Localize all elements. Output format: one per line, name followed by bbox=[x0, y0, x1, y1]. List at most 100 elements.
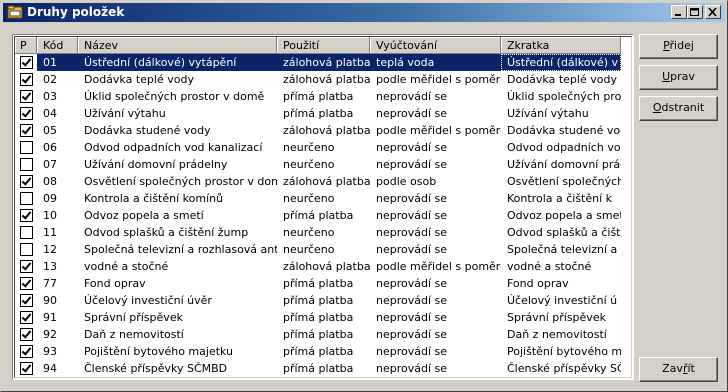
row-checkbox[interactable] bbox=[20, 362, 33, 375]
cell-kod: 11 bbox=[43, 226, 57, 239]
row-checkbox[interactable] bbox=[20, 311, 33, 324]
window-title: Druhy položek bbox=[27, 5, 125, 19]
row-checkbox-cell[interactable] bbox=[15, 275, 37, 292]
column-header-zkratka[interactable]: Zkratka bbox=[501, 37, 621, 54]
cell-vyuctovani: podle měřidel s poměrem bbox=[376, 73, 501, 86]
row-checkbox[interactable] bbox=[20, 345, 33, 358]
row-checkbox[interactable] bbox=[20, 124, 33, 137]
row-checkbox-cell[interactable] bbox=[15, 88, 37, 105]
row-checkbox[interactable] bbox=[20, 107, 33, 120]
table-row[interactable]: 91 Správní příspěvek přímá platba neprovádí… bbox=[15, 309, 621, 326]
cell-vyuctovani: neprovádí se bbox=[376, 328, 448, 341]
row-checkbox[interactable] bbox=[20, 192, 33, 205]
table-row[interactable]: 77 Fond oprav přímá platba neprovádí se Fond… bbox=[15, 275, 621, 292]
row-checkbox[interactable] bbox=[20, 90, 33, 103]
row-checkbox-cell[interactable] bbox=[15, 343, 37, 360]
cell-vyuctovani: neprovádí se bbox=[376, 90, 448, 103]
table-row[interactable]: 93 Pojištění bytového majetku přímá platba… bbox=[15, 343, 621, 360]
table-row[interactable]: 13 vodné a stočné zálohová platba podle měř… bbox=[15, 258, 621, 275]
row-checkbox-cell[interactable] bbox=[15, 326, 37, 343]
row-checkbox[interactable] bbox=[20, 158, 33, 171]
close-dialog-button[interactable]: Zavřít bbox=[639, 357, 718, 382]
cell-pouziti: neurčeno bbox=[283, 158, 335, 171]
column-header-p[interactable]: P bbox=[15, 37, 37, 54]
table-row[interactable]: 07 Užívání domovní prádelny neurčeno neprov… bbox=[15, 156, 621, 173]
row-checkbox-cell[interactable] bbox=[15, 207, 37, 224]
close-icon bbox=[708, 8, 717, 17]
cell-vyuctovani: neprovádí se bbox=[376, 294, 448, 307]
row-checkbox[interactable] bbox=[20, 226, 33, 239]
cell-pouziti: přímá platba bbox=[283, 328, 354, 341]
cell-vyuctovani: neprovádí se bbox=[376, 226, 448, 239]
column-header-pouziti[interactable]: Použití bbox=[277, 37, 370, 54]
grid-header: P Kód Název Použití Vyúčtování Zkratka bbox=[15, 37, 621, 54]
table-row[interactable]: 92 Daň z nemovitostí přímá platba neprovádí… bbox=[15, 326, 621, 343]
minimize-icon bbox=[675, 14, 681, 16]
row-checkbox-cell[interactable] bbox=[15, 292, 37, 309]
cell-kod: 13 bbox=[43, 260, 57, 273]
cell-kod: 02 bbox=[43, 73, 57, 86]
cell-nazev: Ústřední (dálkové) vytápění bbox=[78, 54, 277, 71]
row-checkbox-cell[interactable] bbox=[15, 258, 37, 275]
cell-vyuctovani: neprovádí se bbox=[376, 311, 448, 324]
table-row[interactable]: 90 Účelový investiční úvěr přímá platba nep… bbox=[15, 292, 621, 309]
cell-vyuctovani: neprovádí se bbox=[376, 158, 448, 171]
row-checkbox-cell[interactable] bbox=[15, 224, 37, 241]
row-checkbox-cell[interactable] bbox=[15, 190, 37, 207]
grid-body: 01 Ústřední (dálkové) vytápění zálohová pl… bbox=[15, 54, 621, 377]
row-checkbox[interactable] bbox=[20, 73, 33, 86]
row-checkbox[interactable] bbox=[20, 175, 33, 188]
row-checkbox[interactable] bbox=[20, 243, 33, 256]
column-header-vyuctovani[interactable]: Vyúčtování bbox=[370, 37, 501, 54]
column-header-kod[interactable]: Kód bbox=[37, 37, 78, 54]
cell-kod: 03 bbox=[43, 90, 57, 103]
maximize-button[interactable] bbox=[687, 5, 703, 19]
row-checkbox[interactable] bbox=[20, 294, 33, 307]
table-row[interactable]: 09 Kontrola a čištění komínů neurčeno nepro… bbox=[15, 190, 621, 207]
delete-button[interactable]: Odstranit bbox=[639, 96, 718, 121]
minimize-button[interactable] bbox=[671, 5, 687, 19]
row-checkbox[interactable] bbox=[20, 141, 33, 154]
table-row[interactable]: 12 Společná televizní a rozhlasová anténa… bbox=[15, 241, 621, 258]
items-grid[interactable]: P Kód Název Použití Vyúčtování Zkratka 0… bbox=[12, 34, 634, 380]
table-row[interactable]: 01 Ústřední (dálkové) vytápění zálohová pl… bbox=[15, 54, 621, 71]
cell-vyuctovani: teplá voda bbox=[370, 54, 501, 71]
table-row[interactable]: 02 Dodávka teplé vody zálohová platba podle… bbox=[15, 71, 621, 88]
table-row[interactable]: 03 Úklid společných prostor v domě přímá p… bbox=[15, 88, 621, 105]
table-row[interactable]: 08 Osvětlení společných prostor v domě zál… bbox=[15, 173, 621, 190]
row-checkbox-cell[interactable] bbox=[15, 309, 37, 326]
edit-button[interactable]: Uprav bbox=[639, 65, 718, 90]
cell-nazev: Odvoz popela a smetí bbox=[84, 209, 204, 222]
table-row[interactable]: 05 Dodávka studené vody zálohová platba pod… bbox=[15, 122, 621, 139]
cell-pouziti: přímá platba bbox=[283, 277, 354, 290]
row-checkbox-cell[interactable] bbox=[15, 156, 37, 173]
table-row[interactable]: 10 Odvoz popela a smetí přímá platba neprov… bbox=[15, 207, 621, 224]
row-checkbox-cell[interactable] bbox=[15, 139, 37, 156]
cell-zkratka: Osvětlení společných bbox=[507, 175, 621, 188]
table-row[interactable]: 06 Odvod odpadních vod kanalizací neurčeno… bbox=[15, 139, 621, 156]
add-button[interactable]: Přidej bbox=[639, 34, 718, 59]
title-bar[interactable]: Druhy položek bbox=[3, 3, 725, 22]
cell-pouziti: zálohová platba bbox=[283, 124, 370, 137]
cell-kod: 93 bbox=[43, 345, 57, 358]
table-row[interactable]: 04 Užívání výtahu přímá platba neprovádí se… bbox=[15, 105, 621, 122]
row-checkbox-cell[interactable] bbox=[15, 122, 37, 139]
cell-zkratka: Odvoz popela a smetí bbox=[507, 209, 621, 222]
row-checkbox[interactable] bbox=[20, 56, 33, 69]
row-checkbox-cell[interactable] bbox=[15, 360, 37, 377]
row-checkbox[interactable] bbox=[20, 328, 33, 341]
row-checkbox-cell[interactable] bbox=[15, 173, 37, 190]
table-row[interactable]: 94 Členské příspěvky SČMBD přímá platba nep… bbox=[15, 360, 621, 377]
row-checkbox-cell[interactable] bbox=[15, 241, 37, 258]
row-checkbox[interactable] bbox=[20, 277, 33, 290]
row-checkbox-cell[interactable] bbox=[15, 105, 37, 122]
row-checkbox[interactable] bbox=[20, 209, 33, 222]
close-button[interactable] bbox=[705, 5, 721, 19]
cell-kod: 12 bbox=[43, 243, 57, 256]
row-checkbox[interactable] bbox=[20, 260, 33, 273]
table-row[interactable]: 11 Odvod splašků a čištění žump neurčeno ne… bbox=[15, 224, 621, 241]
row-checkbox-cell[interactable] bbox=[15, 71, 37, 88]
column-header-nazev[interactable]: Název bbox=[78, 37, 277, 54]
cell-nazev: Dodávka studené vody bbox=[84, 124, 211, 137]
row-checkbox-cell[interactable] bbox=[15, 54, 37, 71]
